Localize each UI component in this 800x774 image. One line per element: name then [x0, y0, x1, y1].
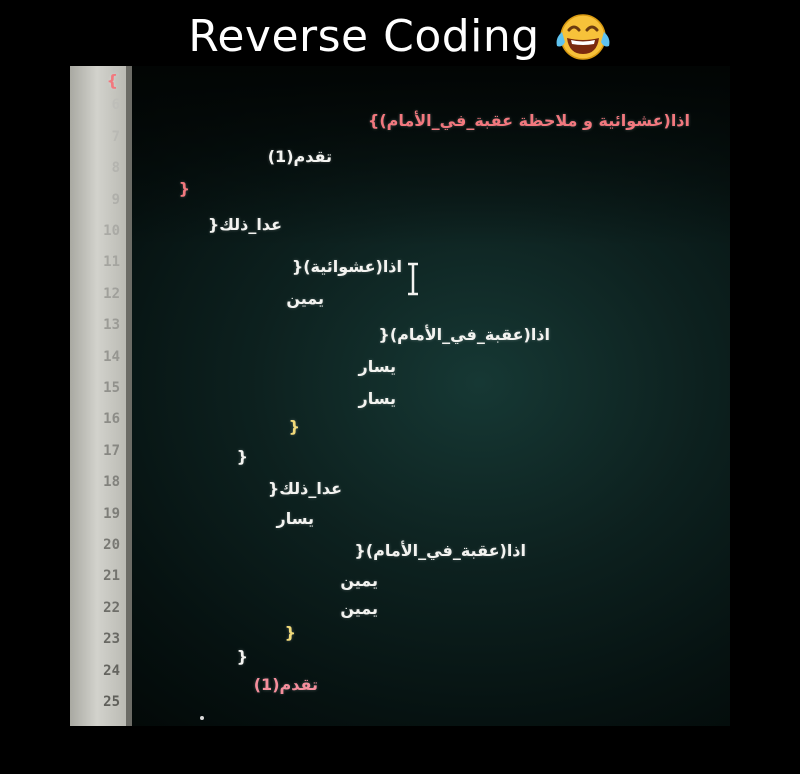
- code-line: يمين: [286, 289, 324, 308]
- line-number: 19: [103, 505, 120, 522]
- code-line: عدا_ذلك{: [207, 215, 282, 234]
- gutter-edge: [126, 66, 132, 726]
- line-number: 24: [103, 662, 120, 679]
- line-number: 21: [103, 568, 120, 585]
- code-line: يمين: [340, 571, 378, 590]
- line-number: 14: [103, 348, 120, 365]
- line-number: 22: [103, 599, 120, 616]
- line-number: 20: [103, 537, 120, 553]
- code-line: اذا(عقبة_في_الأمام){: [354, 541, 526, 560]
- code-line: }: [236, 647, 248, 666]
- line-number: 13: [103, 317, 120, 334]
- face-with-tears-of-joy-icon: [556, 14, 610, 60]
- code-line: }: [288, 417, 300, 436]
- line-number: 17: [103, 442, 120, 459]
- code-line: {: [106, 71, 118, 90]
- code-line: اذا(عشوائية و ملاحظة عقبة_في_الأمام)}: [367, 111, 690, 130]
- line-number: 6: [111, 97, 120, 114]
- code-line: يمين: [340, 599, 378, 618]
- code-line: يسار: [358, 389, 396, 408]
- code-line: تقدم(1): [267, 147, 332, 166]
- code-line: اذا(عشوائية){: [291, 257, 402, 276]
- line-number: 8: [111, 160, 120, 177]
- meme-caption: Reverse Coding: [0, 6, 800, 66]
- line-number: 16: [103, 411, 120, 428]
- photo-shadow: [70, 66, 730, 246]
- code-line: عدا_ذلك{: [267, 479, 342, 498]
- stray-dot: [200, 716, 204, 720]
- line-number: 9: [111, 191, 120, 208]
- line-number: 18: [103, 474, 120, 491]
- caption-text: Reverse Coding: [188, 10, 540, 62]
- code-line: اذا(عقبة_في_الأمام){: [378, 325, 550, 344]
- code-line: }: [178, 179, 190, 198]
- code-line: تقدم(1): [253, 675, 318, 694]
- line-number: 23: [103, 631, 120, 648]
- line-numbers: 567891011121314151617181920212223242526: [70, 66, 122, 726]
- line-number: 25: [103, 694, 120, 710]
- code-editor-photo: 567891011121314151617181920212223242526 …: [70, 66, 730, 726]
- line-number: 10: [103, 223, 120, 239]
- line-number: 26: [70, 725, 120, 726]
- line-number: 15: [103, 380, 120, 396]
- code-line: }: [236, 447, 248, 466]
- line-number: 11: [103, 254, 120, 271]
- line-number: 7: [111, 128, 120, 145]
- code-line: }: [284, 623, 296, 642]
- code-line: يسار: [276, 509, 314, 528]
- text-cursor-icon: [408, 262, 418, 296]
- line-number-gutter: 567891011121314151617181920212223242526: [70, 66, 132, 726]
- code-line: يسار: [358, 357, 396, 376]
- line-number: 12: [103, 285, 120, 302]
